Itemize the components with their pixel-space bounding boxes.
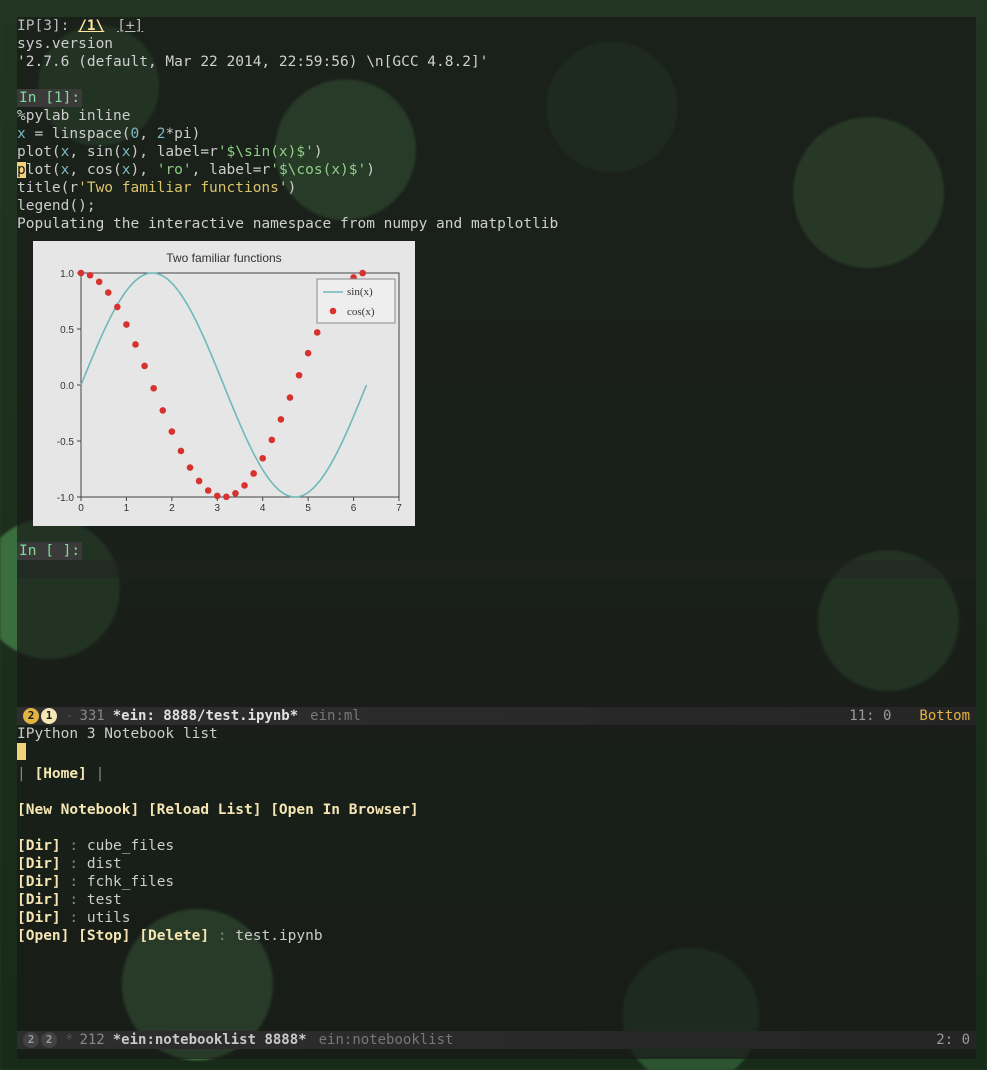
- dir-name[interactable]: test: [87, 892, 122, 908]
- nb-delete-button[interactable]: [Delete]: [139, 928, 209, 944]
- svg-text:1: 1: [124, 503, 130, 514]
- dir-sep: :: [61, 892, 87, 908]
- svg-text:0: 0: [78, 503, 84, 514]
- svg-text:0.0: 0.0: [60, 381, 74, 392]
- dir-sep: :: [61, 874, 87, 890]
- list-item[interactable]: [Dir] : cube_files: [17, 837, 976, 855]
- pipe-right: |: [96, 766, 105, 782]
- cell-empty-prompt: In [ ]:: [17, 542, 82, 560]
- emacs-frame: IP[3]: /1\ [+] sys.version '2.7.6 (defau…: [17, 17, 976, 1059]
- chart-output: Two familiar functions -1.0 -0.5 0.0 0.5 1.0…: [33, 241, 415, 526]
- modeline2-star: *: [65, 1031, 73, 1049]
- list-item[interactable]: [Dir] : test: [17, 891, 976, 909]
- dir-name[interactable]: dist: [87, 856, 122, 872]
- nb-sep: :: [218, 928, 235, 944]
- modeline2-pos: 2: 0: [936, 1031, 970, 1049]
- empty-cell-body[interactable]: [17, 560, 976, 578]
- reload-list-button[interactable]: [Reload List]: [148, 802, 262, 818]
- modeline-lines: 331: [79, 707, 104, 725]
- list-item[interactable]: [Dir] : dist: [17, 855, 976, 873]
- dir-sep: :: [61, 838, 87, 854]
- modeline2-badge-a: 2: [23, 1032, 39, 1048]
- list-item[interactable]: [Dir] : utils: [17, 909, 976, 927]
- cell0-output: '2.7.6 (default, Mar 22 2014, 22:59:56) …: [17, 53, 976, 71]
- dir-label[interactable]: [Dir]: [17, 838, 61, 854]
- tabline-label: IP[3]:: [17, 17, 69, 35]
- cell1-line2[interactable]: x = linspace(0, 2*pi): [17, 125, 976, 143]
- modeline-mode: ein:ml: [310, 707, 361, 725]
- modeline-bottom: 2 2 * 212 *ein:notebooklist 8888* ein:no…: [17, 1031, 976, 1049]
- list-item[interactable]: [Dir] : fchk_files: [17, 873, 976, 891]
- nb-open-button[interactable]: [Open]: [17, 928, 69, 944]
- tab-new[interactable]: [+]: [117, 17, 143, 35]
- modeline-sep: -: [65, 707, 73, 725]
- modeline-badge-2: 2: [23, 708, 39, 724]
- dir-sep: :: [61, 910, 87, 926]
- open-in-browser-button[interactable]: [Open In Browser]: [270, 802, 418, 818]
- tab-active[interactable]: /1\: [78, 17, 104, 35]
- notebook-pane[interactable]: sys.version '2.7.6 (default, Mar 22 2014…: [17, 35, 976, 707]
- cursor: p: [17, 162, 26, 178]
- minibuffer[interactable]: [17, 1049, 976, 1067]
- cell1-prompt: In [1]:: [17, 89, 82, 107]
- svg-text:-0.5: -0.5: [57, 437, 75, 448]
- notebooklist-pane[interactable]: IPython 3 Notebook list | [Home] | [New …: [17, 725, 976, 1031]
- svg-text:6: 6: [351, 503, 357, 514]
- dir-sep: :: [61, 856, 87, 872]
- modeline2-mode: ein:notebooklist: [319, 1031, 454, 1049]
- modeline2-buffer[interactable]: *ein:notebooklist 8888*: [113, 1031, 307, 1049]
- svg-text:3: 3: [215, 503, 221, 514]
- dir-name[interactable]: utils: [87, 910, 131, 926]
- svg-text:0.5: 0.5: [60, 325, 74, 336]
- nblist-title: IPython 3 Notebook list: [17, 725, 976, 743]
- modeline2-badge-b: 2: [41, 1032, 57, 1048]
- modeline-top: 2 1 - 331 *ein: 8888/test.ipynb* ein:ml …: [17, 707, 976, 725]
- svg-text:-1.0: -1.0: [57, 493, 75, 504]
- svg-text:2: 2: [169, 503, 175, 514]
- chart-title: Two familiar functions: [39, 249, 409, 267]
- cell1-line3[interactable]: plot(x, sin(x), label=r'$\sin(x)$'): [17, 143, 976, 161]
- svg-text:7: 7: [396, 503, 402, 514]
- dir-name[interactable]: fchk_files: [87, 874, 174, 890]
- new-notebook-button[interactable]: [New Notebook]: [17, 802, 139, 818]
- modeline-badge-1: 1: [41, 708, 57, 724]
- modeline-buffer[interactable]: *ein: 8888/test.ipynb*: [113, 707, 298, 725]
- dir-label[interactable]: [Dir]: [17, 910, 61, 926]
- svg-text:4: 4: [260, 503, 266, 514]
- modeline-pos: 11: 0: [849, 707, 891, 725]
- cell1-line4[interactable]: plot(x, cos(x), 'ro', label=r'$\cos(x)$'…: [17, 161, 976, 179]
- cell1-line1[interactable]: %pylab inline: [17, 107, 976, 125]
- modeline2-lines: 212: [79, 1031, 104, 1049]
- home-link[interactable]: [Home]: [34, 766, 86, 782]
- cell1-line5[interactable]: title(r'Two familiar functions'): [17, 179, 976, 197]
- nblist-cursor: [17, 743, 26, 760]
- nb-stop-button[interactable]: [Stop]: [78, 928, 130, 944]
- dir-label[interactable]: [Dir]: [17, 874, 61, 890]
- cell1-line6[interactable]: legend();: [17, 197, 976, 215]
- nb-filename[interactable]: test.ipynb: [235, 928, 322, 944]
- svg-text:sin(x): sin(x): [347, 286, 373, 298]
- tabline: IP[3]: /1\ [+]: [17, 17, 976, 35]
- cell0-code: sys.version: [17, 35, 976, 53]
- svg-text:5: 5: [305, 503, 311, 514]
- svg-text:cos(x): cos(x): [347, 306, 375, 318]
- pipe-left: |: [17, 766, 26, 782]
- dir-name[interactable]: cube_files: [87, 838, 174, 854]
- modeline-scroll: Bottom: [919, 707, 970, 725]
- chart-svg: -1.0 -0.5 0.0 0.5 1.0 0 1 2 3 4 5 6 7 sin(x) cos(x): [39, 267, 409, 517]
- cell1-stdout: Populating the interactive namespace fro…: [17, 215, 976, 233]
- dir-label[interactable]: [Dir]: [17, 892, 61, 908]
- svg-text:1.0: 1.0: [60, 269, 74, 280]
- dir-label[interactable]: [Dir]: [17, 856, 61, 872]
